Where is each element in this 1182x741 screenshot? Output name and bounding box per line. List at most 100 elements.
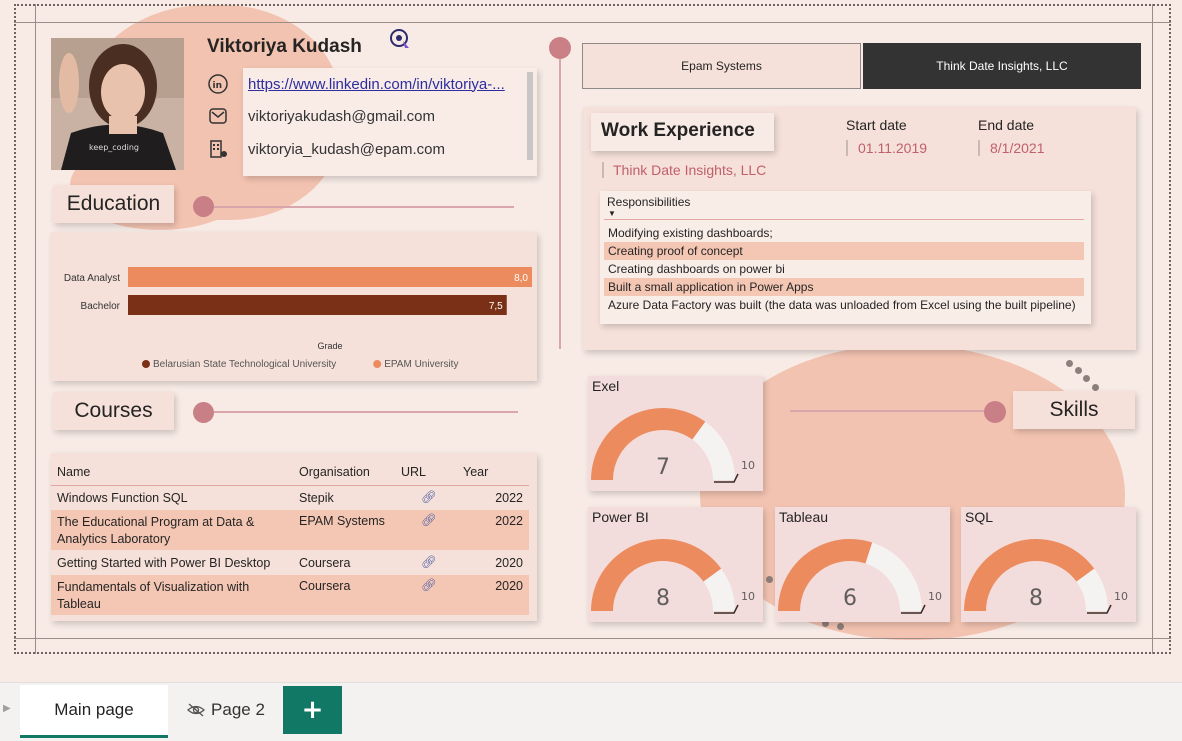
link-icon[interactable]: 🔗︎ <box>401 490 437 504</box>
timeline-dot <box>549 37 571 59</box>
scroll-left-icon[interactable]: ▶ <box>3 703 11 714</box>
gauge-max-label: 10 <box>741 459 755 472</box>
tab-main-page[interactable]: Main page <box>20 685 168 738</box>
profile-card-icon[interactable] <box>389 28 411 50</box>
course-name: Fundamentals of Visualization with Table… <box>57 580 250 611</box>
gauge-value-arc <box>591 408 706 480</box>
course-organisation: EPAM Systems <box>299 514 385 528</box>
column-header-url[interactable]: URL <box>400 459 462 485</box>
work-experience-heading: Work Experience <box>601 120 755 141</box>
table-row: Fundamentals of Visualization with Table… <box>51 575 529 615</box>
tab-epam-systems[interactable]: Epam Systems <box>582 43 861 89</box>
course-name: Getting Started with Power BI Desktop <box>57 555 271 570</box>
contact-work-email-row: viktoryia_kudash@epam.com <box>207 135 445 163</box>
course-url-cell: 🔗︎ <box>400 575 462 615</box>
education-chart-card: Data Analyst 8,0 Bachelor 7,5 Grade Belarusia… <box>51 232 537 381</box>
legend-label: Belarusian State Technological Universit… <box>153 359 336 370</box>
link-icon[interactable]: 🔗︎ <box>401 578 437 592</box>
category-tick-label: Data Analyst <box>64 273 120 284</box>
gauge-max-label: 10 <box>741 590 755 603</box>
column-header-name[interactable]: Name <box>51 459 298 485</box>
timeline-line <box>559 59 561 349</box>
gauge-title: Power BI <box>592 509 649 525</box>
courses-table-header: Name Organisation URL Year <box>51 459 529 485</box>
category-tick-label: Bachelor <box>81 301 121 312</box>
end-date-label: End date <box>978 117 1035 133</box>
link-icon[interactable]: 🔗︎ <box>401 513 437 527</box>
courses-connector-line <box>214 411 518 413</box>
link-icon[interactable]: 🔗︎ <box>401 555 437 569</box>
list-item: Azure Data Factory was built (the data w… <box>608 298 1076 312</box>
start-date-label: Start date <box>846 117 907 133</box>
responsibilities-table: Responsibilities ▼ Modifying existing da… <box>600 191 1091 324</box>
skills-connector-dot <box>984 401 1006 423</box>
gauge-value-label: 8 <box>1029 586 1043 611</box>
gauge-value-label: 7 <box>656 455 670 480</box>
education-heading: Education <box>53 185 174 223</box>
tab-main-page-label: Main page <box>54 700 134 719</box>
gauge-title: Tableau <box>779 509 829 525</box>
profile-name: Viktoriya Kudash <box>207 36 362 57</box>
hidden-eye-icon <box>187 703 206 717</box>
frame-divider-left <box>35 4 36 654</box>
skills-heading: Skills <box>1013 391 1135 429</box>
linkedin-link[interactable]: https://www.linkedin.com/in/viktoriya-..… <box>248 76 505 93</box>
table-row: The Educational Program at Data & Analyt… <box>51 510 529 550</box>
list-item: Creating dashboards on power bi <box>608 262 785 276</box>
table-row: Windows Function SQL Stepik 🔗︎ 2022 <box>51 485 529 510</box>
start-date-value: 01.11.2019 <box>846 140 927 156</box>
gauge-title: SQL <box>965 509 994 525</box>
legend-marker <box>373 360 382 368</box>
list-item: Creating proof of concept <box>604 242 1084 260</box>
office-building-icon <box>207 138 229 160</box>
gauge-title: Exel <box>592 378 620 394</box>
contact-email-row: viktoriyakudash@gmail.com <box>207 102 435 130</box>
gauge-value-arc <box>778 539 873 611</box>
bar <box>128 295 507 315</box>
add-page-button[interactable]: + <box>283 686 342 734</box>
responsibilities-header[interactable]: Responsibilities ▼ <box>604 195 1084 220</box>
legend-marker <box>142 360 150 368</box>
column-header-organisation[interactable]: Organisation <box>298 459 400 485</box>
frame-divider-right <box>1152 4 1153 654</box>
gauge-exel: Exel 7 10 <box>588 376 763 491</box>
tab-page-2[interactable]: Page 2 <box>172 685 280 735</box>
sort-down-icon[interactable]: ▼ <box>608 209 616 218</box>
contact-linkedin-row[interactable]: in https://www.linkedin.com/in/viktoriya… <box>207 70 505 98</box>
courses-heading: Courses <box>53 392 174 430</box>
bar <box>128 267 532 287</box>
gauge-value-label: 8 <box>656 586 670 611</box>
education-connector-dot <box>193 196 214 217</box>
course-year: 2020 <box>495 579 523 593</box>
courses-table-card: Name Organisation URL Year Windows Funct… <box>51 453 537 621</box>
course-name: Windows Function SQL <box>57 490 188 505</box>
profile-photo: keep_coding <box>51 38 184 170</box>
email-work: viktoryia_kudash@epam.com <box>248 140 445 158</box>
courses-connector-dot <box>193 402 214 423</box>
svg-text:in: in <box>213 81 223 91</box>
gauge-tableau: Tableau 6 10 <box>775 507 950 622</box>
course-organisation: Stepik <box>299 490 334 505</box>
gauge-sql: SQL 8 10 <box>961 507 1136 622</box>
gauge-max-label: 10 <box>1114 590 1128 603</box>
mail-icon <box>207 105 229 127</box>
course-organisation: Coursera <box>299 555 351 570</box>
end-date-value: 8/1/2021 <box>978 140 1045 156</box>
x-axis-label: Grade <box>317 341 342 351</box>
report-canvas: keep_coding Viktoriya Kudash in https://… <box>0 0 1182 682</box>
courses-table: Name Organisation URL Year Windows Funct… <box>51 459 529 615</box>
linkedin-icon: in <box>207 73 229 95</box>
list-item: Built a small application in Power Apps <box>604 278 1084 296</box>
plus-icon: + <box>301 695 324 725</box>
responsibilities-header-label: Responsibilities <box>607 195 691 209</box>
column-header-year[interactable]: Year <box>462 459 529 485</box>
course-year: 2022 <box>495 490 523 505</box>
email-personal: viktoriyakudash@gmail.com <box>248 107 435 125</box>
page-tab-bar: ▶ Main page Page 2 + <box>0 682 1182 741</box>
tab-think-date-insights[interactable]: Think Date Insights, LLC <box>863 43 1141 89</box>
course-url-cell: 🔗︎ <box>400 550 462 575</box>
course-year: 2022 <box>495 514 523 528</box>
tab-page-2-label: Page 2 <box>211 700 265 719</box>
list-item: Modifying existing dashboards; <box>608 226 773 240</box>
contacts-scrollbar[interactable] <box>527 72 533 160</box>
